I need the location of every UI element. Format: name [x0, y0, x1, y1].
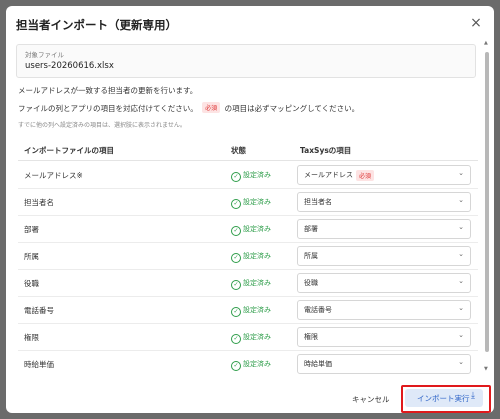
description-line-2-prefix: ファイルの列とアプリの項目を対応付けてください。 — [18, 104, 198, 113]
description-line-1: メールアドレスが一致する担当者の更新を行います。 — [18, 86, 198, 95]
status-text: 設定済み — [243, 333, 271, 341]
status-text: 設定済み — [243, 360, 271, 368]
status-text: 設定済み — [243, 306, 271, 314]
description-note: すでに他の列へ設定済みの項目は、選択肢に表示されません。 — [18, 122, 186, 129]
table-row: 時給単価 ✓ 設定済み 時給単価 ⌄ — [18, 350, 478, 376]
import-column-name: 担当者名 — [24, 198, 54, 207]
required-badge: 必須 — [202, 102, 221, 113]
mapping-select[interactable]: 時給単価 ⌄ — [297, 354, 471, 374]
status-badge: ✓ 設定済み — [231, 359, 271, 371]
mapping-select-value: 時給単価 — [304, 360, 332, 368]
mapping-select[interactable]: 担当者名 ⌄ — [297, 192, 471, 212]
table-row: 担当者名 ✓ 設定済み 担当者名 ⌄ — [18, 188, 478, 216]
status-badge: ✓ 設定済み — [231, 332, 271, 344]
mapping-select[interactable]: 権限 ⌄ — [297, 327, 471, 347]
mapping-select-value: 電話番号 — [304, 306, 332, 314]
import-column-name: 時給単価 — [24, 360, 54, 369]
chevron-down-icon: ⌄ — [458, 169, 464, 177]
mapping-select-value: メールアドレス — [304, 171, 353, 179]
check-circle-icon: ✓ — [231, 361, 241, 371]
mapping-select-value: 権限 — [304, 333, 318, 341]
status-text: 設定済み — [243, 198, 271, 206]
mapping-select[interactable]: 電話番号 ⌄ — [297, 300, 471, 320]
target-file-label: 対象ファイル — [25, 51, 64, 59]
header-taxsys-column: TaxSysの項目 — [300, 146, 352, 155]
chevron-down-icon: ⌄ — [458, 358, 464, 366]
table-row: 権限 ✓ 設定済み 権限 ⌄ — [18, 323, 478, 351]
dialog-body: 対象ファイル users-20260616.xlsx メールアドレスが一致する担… — [6, 36, 484, 376]
table-row: 役職 ✓ 設定済み 役職 ⌄ — [18, 269, 478, 297]
cancel-button[interactable]: キャンセル — [352, 394, 390, 405]
target-file-name: users-20260616.xlsx — [25, 61, 114, 71]
status-text: 設定済み — [243, 279, 271, 287]
status-text: 設定済み — [243, 252, 271, 260]
close-icon[interactable]: × — [468, 15, 484, 31]
status-badge: ✓ 設定済み — [231, 224, 271, 236]
required-badge: 必須 — [356, 170, 375, 181]
status-badge: ✓ 設定済み — [231, 278, 271, 290]
import-column-name: 電話番号 — [24, 306, 54, 315]
status-badge: ✓ 設定済み — [231, 170, 271, 182]
chevron-down-icon: ⌄ — [458, 277, 464, 285]
chevron-down-icon: ⌄ — [458, 223, 464, 231]
scroll-up-arrow-icon[interactable]: ▲ — [484, 40, 488, 46]
status-badge: ✓ 設定済み — [231, 305, 271, 317]
import-execute-label: インポート実行 — [417, 394, 470, 403]
table-row: メールアドレス※ ✓ 設定済み メールアドレス 必須 ⌄ — [18, 161, 478, 189]
chevron-down-icon: ⌄ — [458, 196, 464, 204]
import-column-name: 役職 — [24, 279, 39, 288]
mapping-select[interactable]: 役職 ⌄ — [297, 273, 471, 293]
check-circle-icon: ✓ — [231, 334, 241, 344]
check-circle-icon: ✓ — [231, 280, 241, 290]
dialog-scrollbar[interactable]: ▲ ▼ — [484, 40, 490, 372]
status-text: 設定済み — [243, 171, 271, 179]
mapping-select[interactable]: 部署 ⌄ — [297, 219, 471, 239]
header-status: 状態 — [231, 146, 246, 155]
check-circle-icon: ✓ — [231, 253, 241, 263]
check-circle-icon: ✓ — [231, 307, 241, 317]
mapping-select[interactable]: メールアドレス 必須 ⌄ — [297, 165, 471, 185]
table-row: 部署 ✓ 設定済み 部署 ⌄ — [18, 215, 478, 243]
target-file-box: 対象ファイル users-20260616.xlsx — [16, 44, 476, 78]
import-column-name: 所属 — [24, 252, 39, 261]
table-row: 電話番号 ✓ 設定済み 電話番号 ⌄ — [18, 296, 478, 324]
dialog-footer: キャンセル インポート実行 ⤓ — [6, 378, 494, 413]
mapping-table-header: インポートファイルの項目 状態 TaxSysの項目 — [18, 140, 478, 161]
import-column-name: 権限 — [24, 333, 39, 342]
scroll-thumb[interactable] — [485, 52, 489, 352]
mapping-select-value: 所属 — [304, 252, 318, 260]
import-column-name: メールアドレス※ — [24, 171, 83, 180]
download-icon: ⤓ — [471, 391, 475, 401]
chevron-down-icon: ⌄ — [458, 250, 464, 258]
mapping-select-value: 部署 — [304, 225, 318, 233]
check-circle-icon: ✓ — [231, 199, 241, 209]
import-execute-button[interactable]: インポート実行 ⤓ — [405, 389, 483, 407]
mapping-select-value: 役職 — [304, 279, 318, 287]
import-column-name: 部署 — [24, 225, 39, 234]
check-circle-icon: ✓ — [231, 172, 241, 182]
chevron-down-icon: ⌄ — [458, 331, 464, 339]
check-circle-icon: ✓ — [231, 226, 241, 236]
description-line-2-suffix: の項目は必ずマッピングしてください。 — [224, 104, 360, 113]
import-dialog: 担当者インポート（更新専用） × 対象ファイル users-20260616.x… — [6, 6, 494, 413]
chevron-down-icon: ⌄ — [458, 304, 464, 312]
dialog-title: 担当者インポート（更新専用） — [16, 18, 177, 32]
description-line-2: ファイルの列とアプリの項目を対応付けてください。 必須 の項目は必ずマッピングし… — [18, 102, 359, 114]
mapping-select[interactable]: 所属 ⌄ — [297, 246, 471, 266]
header-import-column: インポートファイルの項目 — [24, 146, 114, 155]
status-badge: ✓ 設定済み — [231, 197, 271, 209]
status-badge: ✓ 設定済み — [231, 251, 271, 263]
mapping-select-value: 担当者名 — [304, 198, 332, 206]
status-text: 設定済み — [243, 225, 271, 233]
scroll-down-arrow-icon[interactable]: ▼ — [484, 366, 488, 372]
table-row: 所属 ✓ 設定済み 所属 ⌄ — [18, 242, 478, 270]
